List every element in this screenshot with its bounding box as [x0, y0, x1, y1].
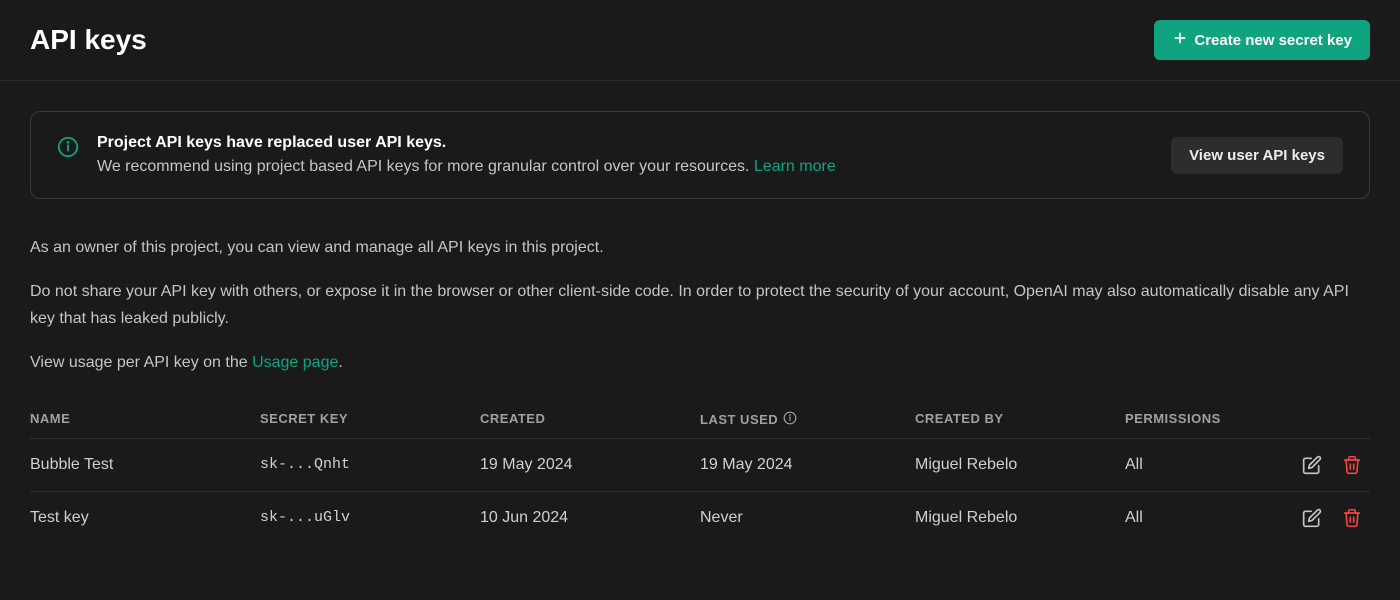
info-icon: [57, 136, 79, 158]
th-name: NAME: [30, 411, 260, 428]
info-text: Project API keys have replaced user API …: [97, 134, 1153, 176]
info-circle-icon: [783, 411, 797, 428]
desc-line-2: Do not share your API key with others, o…: [30, 279, 1370, 332]
cell-last-used: Never: [700, 509, 915, 527]
desc-line-1: As an owner of this project, you can vie…: [30, 235, 1370, 261]
th-secret-key: SECRET KEY: [260, 411, 480, 428]
table-row: Test key sk-...uGlv 10 Jun 2024 Never Mi…: [30, 491, 1370, 544]
learn-more-link[interactable]: Learn more: [754, 158, 836, 175]
view-user-api-keys-button[interactable]: View user API keys: [1171, 137, 1343, 174]
cell-permissions: All: [1125, 456, 1302, 474]
cell-last-used: 19 May 2024: [700, 456, 915, 474]
row-actions: [1302, 455, 1370, 475]
cell-created: 19 May 2024: [480, 456, 700, 474]
create-secret-key-button[interactable]: Create new secret key: [1154, 20, 1370, 60]
table-header: NAME SECRET KEY CREATED LAST USED CREATE…: [30, 401, 1370, 438]
cell-created-by: Miguel Rebelo: [915, 456, 1125, 474]
info-banner: Project API keys have replaced user API …: [30, 111, 1370, 199]
trash-icon[interactable]: [1342, 508, 1362, 528]
edit-icon[interactable]: [1302, 455, 1322, 475]
th-permissions: PERMISSIONS: [1125, 411, 1370, 428]
cell-permissions: All: [1125, 509, 1302, 527]
page-title: API keys: [30, 24, 147, 56]
cell-secret-key: sk-...uGlv: [260, 509, 480, 526]
usage-page-link[interactable]: Usage page: [252, 354, 338, 371]
cell-name: Test key: [30, 509, 260, 527]
th-created: CREATED: [480, 411, 700, 428]
plus-icon: [1172, 30, 1188, 50]
main-content: Project API keys have replaced user API …: [0, 81, 1400, 574]
cell-secret-key: sk-...Qnht: [260, 456, 480, 473]
th-created-by: CREATED BY: [915, 411, 1125, 428]
api-keys-table: NAME SECRET KEY CREATED LAST USED CREATE…: [30, 401, 1370, 544]
create-button-label: Create new secret key: [1194, 32, 1352, 49]
cell-created-by: Miguel Rebelo: [915, 509, 1125, 527]
cell-name: Bubble Test: [30, 456, 260, 474]
cell-created: 10 Jun 2024: [480, 509, 700, 527]
edit-icon[interactable]: [1302, 508, 1322, 528]
page-header: API keys Create new secret key: [0, 0, 1400, 81]
th-last-used: LAST USED: [700, 411, 915, 428]
table-row: Bubble Test sk-...Qnht 19 May 2024 19 Ma…: [30, 438, 1370, 491]
info-description: We recommend using project based API key…: [97, 158, 1153, 176]
trash-icon[interactable]: [1342, 455, 1362, 475]
desc-line-3: View usage per API key on the Usage page…: [30, 350, 1370, 376]
info-title: Project API keys have replaced user API …: [97, 134, 1153, 152]
row-actions: [1302, 508, 1370, 528]
